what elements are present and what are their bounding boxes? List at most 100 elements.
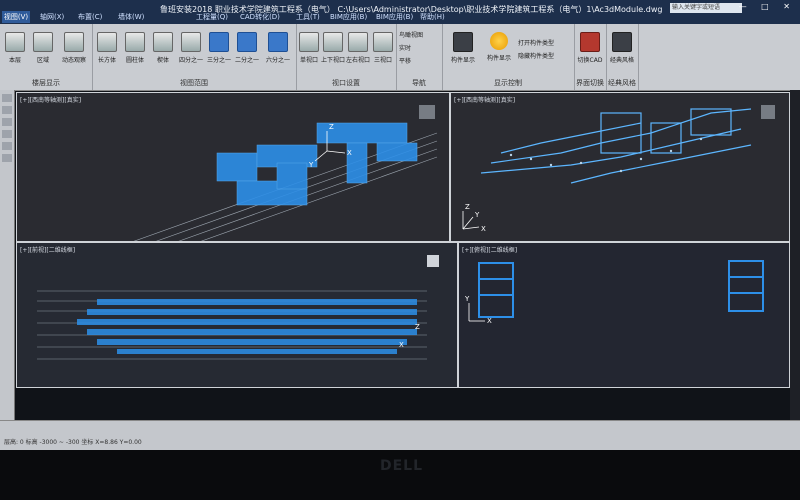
classic-style-icon [612, 32, 632, 52]
group-classic-style: 经典风格 经典风格 [606, 24, 639, 90]
tab-layout[interactable]: 布置(C) [78, 12, 102, 22]
brand-logo: DELL [380, 458, 424, 474]
search-input[interactable]: 输入关键字或短语 [670, 3, 742, 13]
view-cube-icon [427, 255, 439, 267]
group-label: 视口设置 [332, 79, 360, 87]
wedge-icon [153, 32, 173, 52]
half-icon [237, 32, 257, 52]
group-floor-display: 本层 区域 动态观察 楼层显示 [0, 24, 93, 90]
model-3d-view: Z X Y [133, 105, 438, 241]
ribbon: 本层 区域 动态观察 楼层显示 长方体 圆柱体 楔体 四分之一 三分之一 二分之… [0, 24, 800, 91]
monitor-screen: 视图(V) 轴网(X) 布置(C) 墙体(W) 工程量(Q) CAD转化(D) … [0, 0, 800, 451]
nav-pan[interactable]: 平移 [399, 56, 411, 65]
tool-icon[interactable] [2, 130, 12, 138]
tool-icon[interactable] [2, 94, 12, 102]
pipe-dots [509, 137, 703, 173]
cube-icon [5, 32, 25, 52]
axis-z-label: Z [415, 323, 420, 331]
tab-axis[interactable]: 轴网(X) [40, 12, 64, 22]
axis-z-label: Z [329, 123, 334, 131]
group-interface-switch: 切换CAD 界面切换 [574, 24, 607, 90]
model-3d-view: Z X Y [462, 105, 775, 233]
axis-gizmo [468, 303, 485, 322]
btn-region[interactable]: 区域 [30, 30, 56, 70]
tool-icon[interactable] [2, 118, 12, 126]
tool-icon[interactable] [2, 142, 12, 150]
btn-top-bottom-viewport[interactable]: 上下视口 [321, 30, 345, 70]
single-viewport-icon [299, 32, 319, 52]
open-component-types[interactable]: 打开构件类型 [518, 38, 554, 47]
region-icon [33, 32, 53, 52]
viewport-front[interactable]: [+][前视][二维线框] Z X [16, 242, 458, 388]
group-label: 视图范围 [180, 79, 208, 87]
axis-x-label: X [481, 225, 486, 233]
tab-view[interactable]: 视图(V) [2, 11, 30, 23]
floor-plan-right [728, 260, 764, 312]
cylinder-icon [125, 32, 145, 52]
quarter-icon [181, 32, 201, 52]
btn-wedge[interactable]: 楔体 [150, 30, 176, 70]
orbit-icon [64, 32, 84, 52]
tool-icon[interactable] [2, 154, 12, 162]
axis-y-label: Y [308, 161, 314, 169]
group-label: 经典风格 [608, 79, 636, 87]
view-cube-icon [419, 105, 435, 119]
nav-aerial-view[interactable]: 鸟瞰视图 [399, 30, 423, 39]
axis-z-label: Z [465, 203, 470, 211]
btn-three-viewport[interactable]: 三视口 [371, 30, 395, 70]
component-display-icon [453, 32, 473, 52]
viewport-southwest-iso-2[interactable]: [+][西南等轴测][真实] Z X Y [450, 92, 790, 242]
group-view-range: 长方体 圆柱体 楔体 四分之一 三分之一 二分之一 六分之一 视图范围 [92, 24, 297, 90]
hide-component-types[interactable]: 隐藏构件类型 [518, 51, 554, 60]
axis-x-label: X [347, 149, 352, 157]
sixth-icon [268, 32, 288, 52]
left-right-viewport-icon [348, 32, 368, 52]
btn-single-viewport[interactable]: 单视口 [298, 30, 320, 70]
axis-x-label: X [487, 317, 492, 325]
btn-orbit[interactable]: 动态观察 [58, 30, 90, 70]
btn-half[interactable]: 二分之一 [234, 30, 260, 70]
btn-component-display-1[interactable]: 构件显示 [446, 30, 480, 70]
building-model [77, 299, 417, 354]
btn-cylinder[interactable]: 圆柱体 [122, 30, 148, 70]
window-title: 鲁班安装2018 职业技术学院建筑工程系（电气） C:\Users\Admini… [160, 5, 663, 14]
cad-icon [580, 32, 600, 52]
group-viewport-setup: 单视口 上下视口 左右视口 三视口 视口设置 [296, 24, 397, 90]
axis-y-label: Y [464, 295, 470, 303]
model-front-view: Z X [37, 255, 439, 360]
viewport-top[interactable]: [+][俯视][二维线框] Y X [458, 242, 790, 388]
left-toolbar [0, 90, 15, 420]
btn-sixth[interactable]: 六分之一 [262, 30, 294, 70]
tool-icon[interactable] [2, 106, 12, 114]
axis-x-label: X [399, 341, 404, 349]
lightbulb-icon [490, 32, 508, 50]
right-scrollbar[interactable] [790, 90, 800, 420]
box-icon [97, 32, 117, 52]
btn-quarter[interactable]: 四分之一 [178, 30, 204, 70]
nav-realtime[interactable]: 实时 [399, 43, 411, 52]
btn-box[interactable]: 长方体 [94, 30, 120, 70]
status-text: 层高: 0 标高 -3000 ~ -300 坐标 X=8.86 Y=0.00 [4, 439, 142, 446]
btn-left-right-viewport[interactable]: 左右视口 [346, 30, 370, 70]
group-label: 导航 [412, 79, 426, 87]
group-label: 楼层显示 [32, 79, 60, 87]
axis-y-label: Y [474, 211, 480, 219]
viewport-southwest-iso-1[interactable]: [+][西南等轴测][真实] Z X Y [16, 92, 450, 242]
btn-switch-cad[interactable]: 切换CAD [576, 30, 604, 70]
tab-wall[interactable]: 墙体(W) [118, 12, 144, 22]
group-navigation: 鸟瞰视图 实时 平移 导航 [396, 24, 443, 90]
btn-current-floor[interactable]: 本层 [2, 30, 28, 70]
grid-lines [133, 132, 438, 241]
group-label: 界面切换 [576, 79, 604, 87]
building-model [480, 108, 752, 184]
third-icon [209, 32, 229, 52]
building-model [216, 122, 418, 206]
btn-component-display-2[interactable]: 构件显示 [484, 30, 514, 70]
status-bar: 层高: 0 标高 -3000 ~ -300 坐标 X=8.86 Y=0.00 [0, 420, 800, 451]
model-top-view: Y X [464, 260, 764, 325]
floor-plan-left [478, 262, 514, 318]
btn-classic-style[interactable]: 经典风格 [608, 30, 636, 70]
btn-third[interactable]: 三分之一 [206, 30, 232, 70]
title-bar: 视图(V) 轴网(X) 布置(C) 墙体(W) 工程量(Q) CAD转化(D) … [0, 0, 800, 24]
window-controls[interactable]: — □ ✕ [739, 2, 796, 11]
